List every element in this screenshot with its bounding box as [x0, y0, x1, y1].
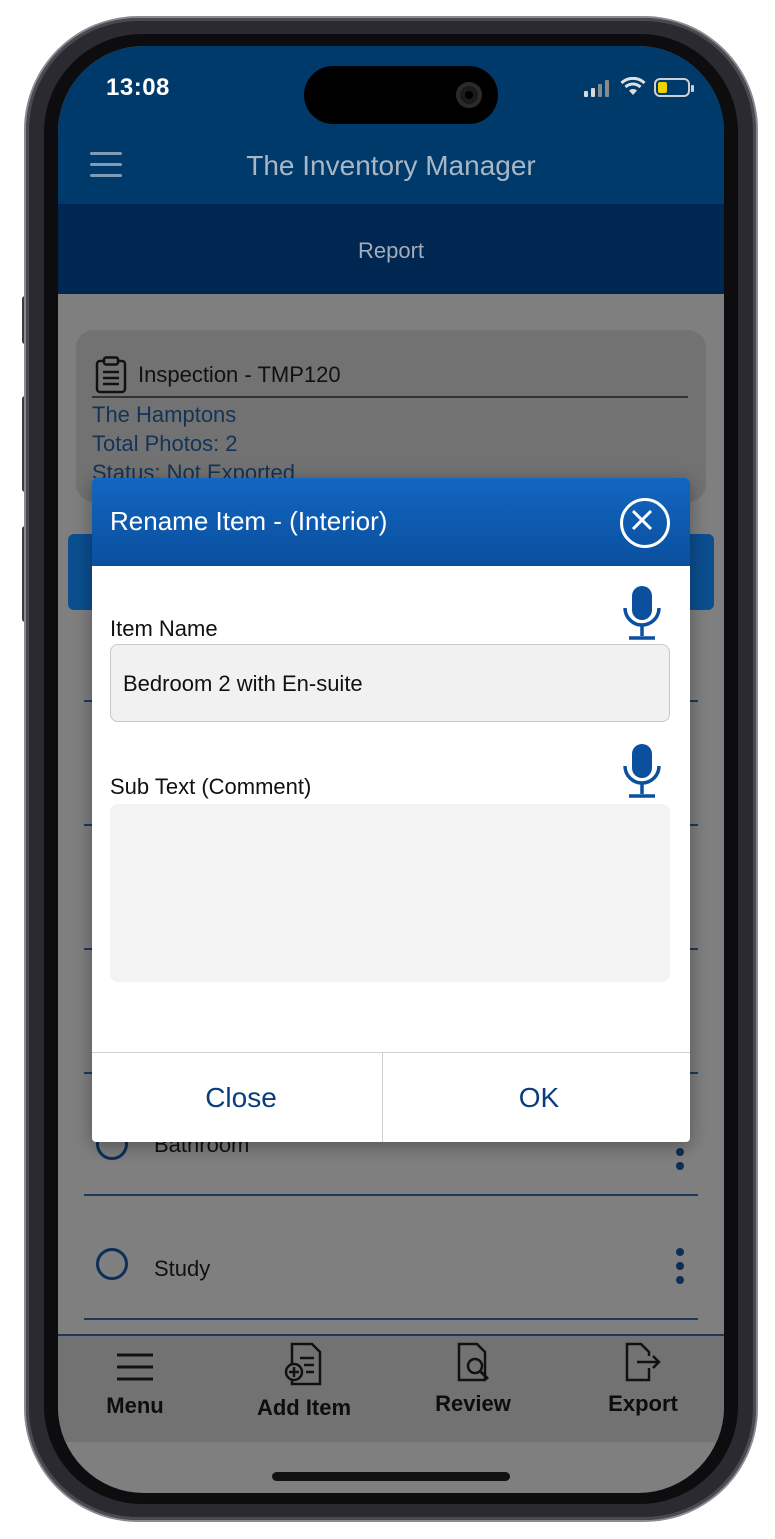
list-divider	[84, 1194, 698, 1196]
nav-review-button[interactable]: Review	[398, 1342, 548, 1417]
list-item-label: Study	[154, 1256, 211, 1281]
nav-add-item-button[interactable]: Add Item	[229, 1342, 379, 1421]
dialog-footer: Close OK	[92, 1052, 690, 1142]
dialog-title: Rename Item - (Interior)	[110, 506, 388, 536]
close-icon	[631, 509, 653, 531]
home-indicator[interactable]	[272, 1472, 510, 1481]
clipboard-icon	[95, 356, 127, 394]
ok-button[interactable]: OK	[390, 1053, 688, 1142]
microphone-icon[interactable]	[622, 742, 662, 800]
battery-icon	[654, 78, 694, 97]
menu-icon	[117, 1353, 153, 1381]
nav-add-item-label: Add Item	[256, 1395, 352, 1420]
card-divider	[92, 396, 688, 398]
total-photos: Total Photos: 2	[92, 431, 238, 456]
nav-menu-button[interactable]: Menu	[60, 1342, 210, 1419]
export-icon	[625, 1342, 661, 1382]
property-name: The Hamptons	[92, 402, 237, 427]
add-item-icon	[284, 1342, 322, 1386]
sub-text-input[interactable]	[110, 804, 670, 982]
status-time: 13:08	[106, 74, 170, 101]
nav-export-button[interactable]: Export	[568, 1342, 718, 1417]
nav-review-label: Review	[435, 1391, 511, 1416]
rename-item-dialog: Rename Item - (Interior) Item Name Bedro…	[92, 478, 690, 1142]
wifi-icon	[620, 77, 646, 95]
list-item[interactable]: Study	[84, 1236, 698, 1316]
nav-export-label: Export	[608, 1391, 678, 1416]
footer-divider	[382, 1053, 383, 1142]
signal-icon	[584, 80, 610, 97]
close-dialog-button[interactable]	[620, 498, 670, 548]
list-divider	[84, 1318, 698, 1320]
item-name-input[interactable]: Bedroom 2 with En-suite	[110, 644, 670, 722]
app-title: The Inventory Manager	[246, 150, 536, 181]
radio-button[interactable]	[96, 1248, 128, 1280]
item-name-label: Item Name	[110, 616, 218, 641]
nav-menu-label: Menu	[106, 1393, 164, 1418]
sub-text-label: Sub Text (Comment)	[110, 774, 312, 799]
microphone-icon[interactable]	[622, 584, 662, 642]
camera-icon	[456, 82, 482, 108]
review-icon	[457, 1342, 490, 1382]
close-button[interactable]: Close	[92, 1053, 390, 1142]
more-options-icon[interactable]	[676, 1248, 684, 1290]
report-title: Report	[357, 238, 425, 263]
inspection-title: Inspection - TMP120	[138, 362, 341, 387]
